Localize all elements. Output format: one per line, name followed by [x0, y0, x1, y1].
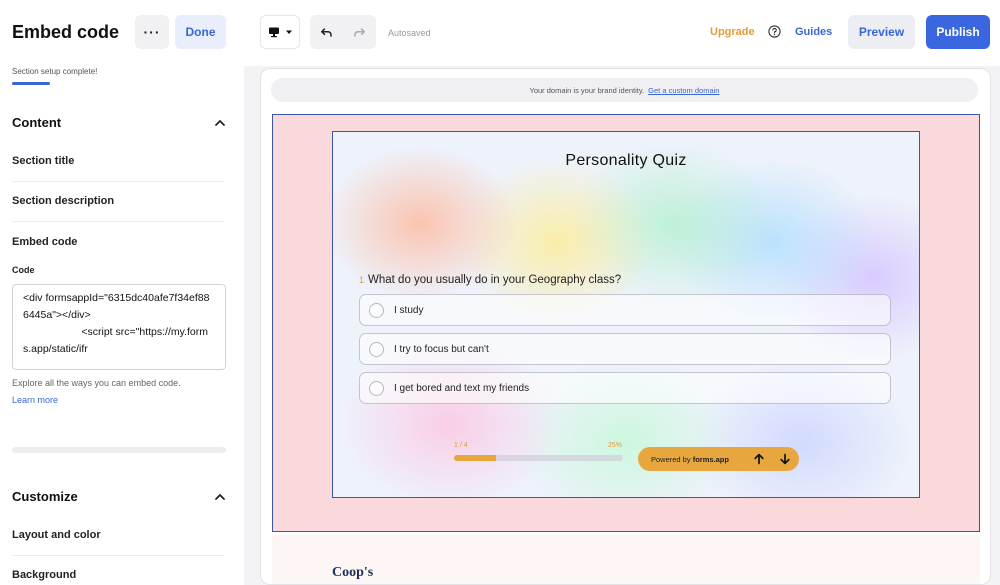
device-toggle-button[interactable] [260, 15, 300, 49]
preview-button[interactable]: Preview [848, 15, 915, 49]
undo-icon [321, 27, 332, 37]
code-label: Code [12, 265, 35, 275]
answer-label: I get bored and text my friends [394, 382, 530, 394]
footer-section: Coop's [272, 535, 980, 584]
progress-percent: 25% [608, 442, 623, 449]
autosave-status: Autosaved [388, 28, 431, 38]
answer-label: I study [394, 304, 424, 316]
history-controls [310, 15, 376, 49]
arrow-down-icon [780, 453, 790, 465]
settings-panel: Embed code ··· Done Section setup comple… [0, 0, 244, 585]
code-textarea[interactable]: <div formsappId="6315dc40afe7f34ef886445… [12, 284, 226, 370]
powered-brand: forms.app [692, 454, 729, 464]
top-toolbar: Autosaved Upgrade Guides Preview Publish [244, 0, 1000, 66]
setup-status: Section setup complete! [12, 67, 98, 76]
custom-domain-banner: Your domain is your brand identity. Get … [271, 78, 978, 102]
learn-more-link[interactable]: Learn more [12, 395, 58, 405]
undo-button[interactable] [310, 15, 343, 49]
section-description-field[interactable]: Section description [12, 195, 224, 207]
customize-group-header[interactable]: Customize [12, 489, 78, 504]
done-button[interactable]: Done [175, 15, 226, 49]
divider [12, 555, 224, 556]
layout-color-field[interactable]: Layout and color [12, 529, 224, 541]
embed-code-field: Embed code [12, 236, 78, 248]
more-options-button[interactable]: ··· [135, 15, 169, 49]
question-label: What do you usually do in your Geography… [368, 274, 622, 286]
guides-link[interactable]: Guides [795, 26, 832, 38]
answer-label: I try to focus but can't [394, 343, 489, 355]
background-field[interactable]: Background [12, 569, 224, 581]
progress-bar [454, 455, 623, 461]
answer-option[interactable]: I study [359, 294, 891, 326]
redo-button[interactable] [343, 15, 376, 49]
upgrade-link[interactable]: Upgrade [710, 26, 755, 38]
help-circle-icon[interactable] [768, 25, 781, 38]
publish-button[interactable]: Publish [926, 15, 990, 49]
embed-help-text: Explore all the ways you can embed code. [12, 378, 181, 388]
radio-button[interactable] [369, 341, 384, 357]
radio-button[interactable] [369, 380, 384, 396]
powered-by-text: Powered by forms.app [651, 455, 729, 464]
footer-brand: Coop's [332, 565, 374, 580]
quiz-title: Personality Quiz [565, 152, 687, 169]
powered-by-badge[interactable]: Powered by forms.app [638, 447, 799, 471]
caret-down-icon [285, 30, 292, 34]
site-preview-frame: Your domain is your brand identity. Get … [260, 68, 991, 585]
redo-icon [354, 27, 365, 37]
chevron-up-icon[interactable] [213, 490, 227, 504]
setup-progress-bar [12, 82, 50, 85]
section-title-field[interactable]: Section title [12, 155, 224, 167]
answer-option[interactable]: I get bored and text my friends [359, 372, 891, 404]
question-text: 1 What do you usually do in your Geograph… [359, 274, 621, 286]
next-question-button[interactable] [778, 452, 792, 466]
question-number: 1 [359, 275, 365, 285]
radio-button[interactable] [369, 302, 384, 318]
divider [12, 221, 224, 222]
progress-count: 1 / 4 [454, 442, 468, 449]
embedded-form[interactable]: Personality Quiz 1 What do you usually do… [332, 131, 920, 498]
powered-prefix: Powered by [651, 454, 691, 464]
arrow-up-icon [754, 453, 764, 465]
content-group-header[interactable]: Content [12, 115, 61, 130]
divider [12, 181, 224, 182]
progress-fill [454, 455, 497, 461]
custom-domain-link[interactable]: Get a custom domain [648, 86, 719, 95]
panel-title: Embed code [12, 22, 120, 42]
section-divider [12, 447, 226, 453]
chevron-up-icon[interactable] [213, 116, 227, 130]
embed-section[interactable]: Personality Quiz 1 What do you usually do… [272, 114, 980, 532]
previous-question-button[interactable] [752, 452, 766, 466]
desktop-icon [268, 27, 279, 38]
domain-banner-text: Your domain is your brand identity. [529, 85, 645, 95]
answer-option[interactable]: I try to focus but can't [359, 333, 891, 365]
